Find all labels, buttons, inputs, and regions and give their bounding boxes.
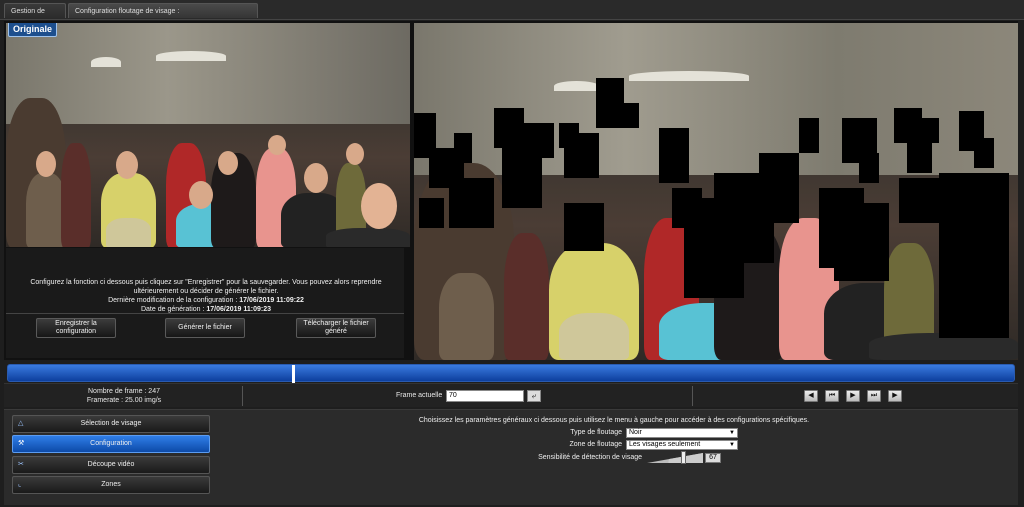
info-text: Configurez la fonction ci dessous puis c… xyxy=(16,278,396,314)
chevron-down-icon: ▼ xyxy=(729,442,735,448)
last-frame-button[interactable]: ▶ xyxy=(888,390,902,402)
tab-face-blur-config[interactable]: Configuration floutage de visage : Foule… xyxy=(68,3,258,30)
blur-zone-label: Zone de floutage xyxy=(569,441,622,448)
sensitivity-slider-knob[interactable] xyxy=(681,451,686,464)
frame-count: Nombre de frame : 247 xyxy=(88,388,160,395)
menu-label: Découpe vidéo xyxy=(87,461,135,468)
blur-type-select[interactable]: Noir ▼ xyxy=(626,428,738,438)
info-line-2: ultérieurement ou décider de générer le … xyxy=(133,288,279,295)
divider xyxy=(6,313,404,314)
info-line-1: Configurez la fonction ci dessous puis c… xyxy=(30,279,382,286)
sensitivity-label: Sensibilité de détection de visage xyxy=(538,454,642,461)
select-value: Noir xyxy=(629,429,642,436)
info-panel: Configurez la fonction ci dessous puis c… xyxy=(6,248,404,358)
menu-video-cut[interactable]: ✂ Découpe vidéo xyxy=(12,456,210,474)
settings-hint: Choisissez les paramètres généraux ci de… xyxy=(418,417,810,424)
save-config-button[interactable]: Enregistrer la configuration xyxy=(36,318,116,338)
timeline-thumb[interactable] xyxy=(291,365,295,383)
blurred-preview xyxy=(414,23,1018,360)
original-video: Originale xyxy=(6,23,410,247)
info-modified: Dernière modification de la configuratio… xyxy=(108,297,304,304)
framerate: Framerate : 25.00 img/s xyxy=(86,397,162,404)
settings-panel: △ Sélection de visage ⚒ Configuration ✂ … xyxy=(4,409,1018,505)
generate-file-button[interactable]: Générer le fichier xyxy=(165,318,245,338)
blur-zone-select[interactable]: Les visages seulement ▼ xyxy=(626,440,738,450)
menu-label: Configuration xyxy=(90,440,132,447)
first-frame-button[interactable]: ◀ xyxy=(804,390,818,402)
tab-bar: Gestion de fichier Configuration floutag… xyxy=(0,0,1024,30)
corner-icon: ⌞ xyxy=(18,481,22,488)
original-badge: Originale xyxy=(8,23,58,37)
blur-type-label: Type de floutage xyxy=(570,429,622,436)
blurred-frame xyxy=(414,23,1018,360)
menu-face-selection[interactable]: △ Sélection de visage xyxy=(12,415,210,433)
play-button[interactable]: ▶ xyxy=(846,390,860,402)
scissors-icon: ✂ xyxy=(18,461,24,468)
menu-label: Zones xyxy=(101,481,121,488)
menu-zones[interactable]: ⌞ Zones xyxy=(12,476,210,494)
divider xyxy=(242,386,243,406)
chevron-down-icon: ▼ xyxy=(729,430,735,436)
go-to-frame-icon[interactable]: ⤶ xyxy=(527,390,541,402)
timeline-slider[interactable] xyxy=(7,364,1015,383)
video-area: Originale Configurez la fonction ci dess… xyxy=(4,21,1018,360)
frame-info: Nombre de frame : 247 Framerate : 25.00 … xyxy=(4,387,244,405)
original-frame xyxy=(6,23,410,247)
current-frame-label: Frame actuelle xyxy=(396,392,443,399)
tab-file-management[interactable]: Gestion de fichier xyxy=(4,3,66,30)
current-frame-input[interactable]: 70 xyxy=(446,390,524,402)
sensitivity-slider[interactable] xyxy=(647,453,703,463)
next-frame-button[interactable]: ⏭ xyxy=(867,390,881,402)
download-file-button[interactable]: Télécharger le fichier généré xyxy=(296,318,376,338)
menu-configuration[interactable]: ⚒ Configuration xyxy=(12,435,210,453)
sensitivity-value[interactable]: 67 xyxy=(705,453,721,463)
menu-label: Sélection de visage xyxy=(80,420,142,427)
select-value: Les visages seulement xyxy=(629,441,701,448)
frame-bar: Nombre de frame : 247 Framerate : 25.00 … xyxy=(4,383,1018,407)
prev-frame-button[interactable]: ⏮ xyxy=(825,390,839,402)
tools-icon: ⚒ xyxy=(18,440,25,447)
divider xyxy=(692,386,693,406)
triangle-icon: △ xyxy=(18,420,24,427)
